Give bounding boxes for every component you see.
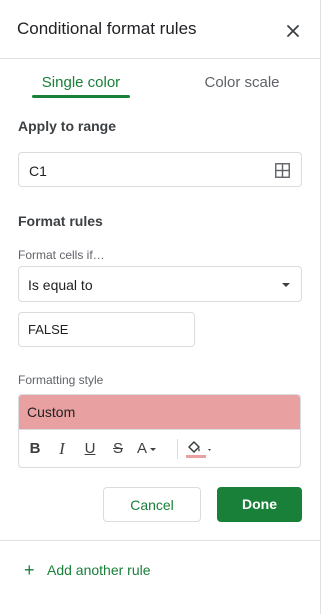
formatting-style-box: Custom B I U S A	[18, 394, 301, 468]
active-tab-indicator	[32, 95, 130, 98]
tab-color-scale[interactable]: Color scale	[190, 74, 294, 91]
italic-icon: I	[59, 439, 65, 458]
tab-single-color[interactable]: Single color	[32, 74, 130, 91]
formatting-style-label: Formatting style	[18, 373, 104, 387]
value-input[interactable]	[20, 314, 198, 345]
style-preview-text: Custom	[27, 404, 76, 420]
format-rules-label: Format rules	[18, 213, 103, 229]
bottom-divider	[0, 540, 320, 541]
toolbar-divider	[177, 439, 178, 459]
text-color-button[interactable]: A	[137, 438, 169, 460]
range-value: C1	[29, 163, 47, 179]
conditional-format-panel: Conditional format rules Single color Co…	[0, 0, 321, 614]
condition-dropdown[interactable]: Is equal to	[18, 266, 302, 302]
underline-icon: U	[84, 440, 96, 457]
fill-color-button[interactable]	[184, 438, 216, 460]
strikethrough-icon: S	[112, 440, 123, 457]
add-rule-label: Add another rule	[47, 562, 151, 578]
cancel-button[interactable]: Cancel	[103, 487, 201, 522]
tab-bar: Single color Color scale	[0, 58, 320, 100]
style-preview[interactable]: Custom	[19, 395, 300, 430]
dropdown-arrow-icon	[282, 283, 290, 287]
panel-header: Conditional format rules	[0, 0, 320, 59]
underline-button[interactable]: U	[82, 438, 98, 460]
range-input[interactable]: C1	[18, 152, 302, 187]
value-field[interactable]	[18, 312, 198, 347]
bold-icon: B	[29, 440, 41, 457]
plus-icon: +	[24, 560, 35, 580]
text-color-icon: A	[137, 440, 148, 457]
italic-button[interactable]: I	[54, 438, 70, 460]
strikethrough-button[interactable]: S	[110, 438, 126, 460]
format-cells-if-label: Format cells if…	[18, 248, 105, 262]
panel-title: Conditional format rules	[17, 19, 197, 38]
condition-value: Is equal to	[28, 277, 93, 293]
apply-range-label: Apply to range	[18, 118, 117, 134]
close-icon[interactable]	[283, 21, 303, 41]
done-button[interactable]: Done	[217, 487, 302, 522]
grid-icon[interactable]	[275, 163, 290, 178]
bold-button[interactable]: B	[27, 438, 43, 460]
fill-color-icon	[186, 441, 211, 458]
text-color-caret-icon	[150, 447, 157, 451]
